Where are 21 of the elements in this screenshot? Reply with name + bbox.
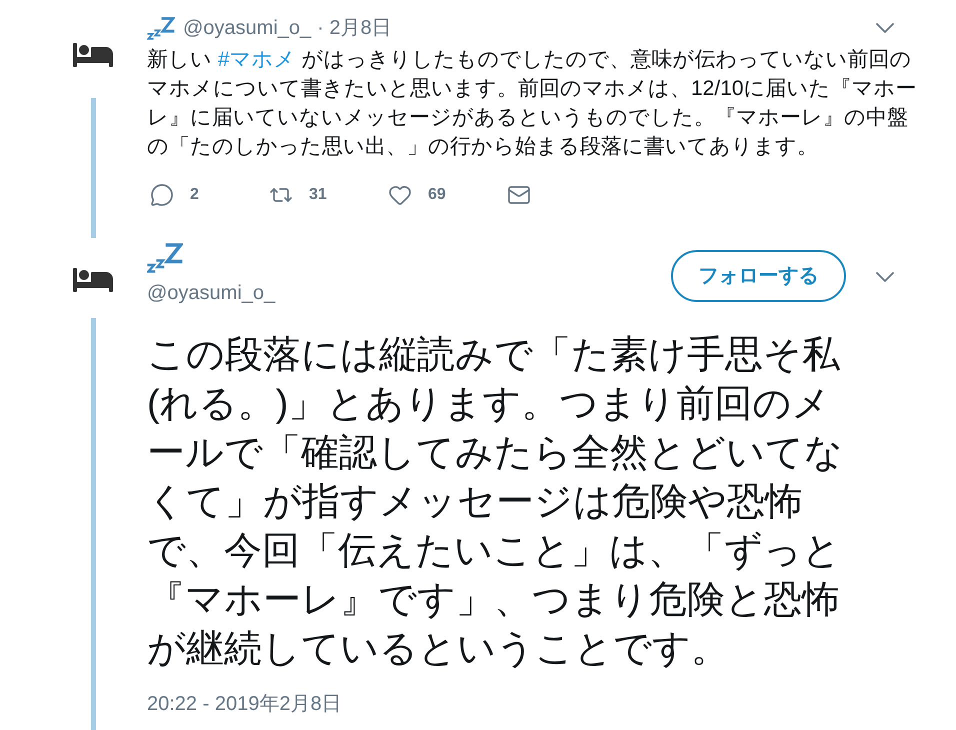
reply-icon [150,183,174,207]
tweet-date[interactable]: · 2月8日 [317,16,392,40]
user-handle[interactable]: @oyasumi_o_ [147,281,276,305]
bed-icon [73,43,113,67]
chevron-down-icon[interactable] [876,272,894,282]
sleep-icon [147,243,183,273]
tweet-text: この段落には縦読みで「た素け手思そ私(れる。)」とあります。つまり前回のメールで「確認してみたら全然とどいてなくて」が指すメッセージは危険や恐怖で、今回「伝えたいこと」は、「ずっと『マホーレ』です」、つまり危険と恐怖が継続しているということです。 [147,333,844,672]
heart-icon [388,183,412,207]
bed-icon [73,268,113,292]
tweet-text: 新しい #マホメ がはっきりしたものでしたので、意味が伝わっていない前回のマホメについて書きたいと思います。前回のマホメは、12/10に届いた『マホーレ』に届いていないメッセージがあるというものでした。『マホーレ』の中盤の「たのしかった思い出、」の行から始まる段落に書いてあります。 [147,47,918,160]
user-handle[interactable]: @oyasumi_o_ [183,16,312,40]
sleep-icon [147,16,175,40]
message-button[interactable] [507,183,531,207]
retweet-button[interactable]: 31 [269,183,327,207]
reply-button[interactable]: 2 [150,183,199,207]
chevron-down-icon[interactable] [876,23,894,33]
like-button[interactable]: 69 [388,183,446,207]
follow-button[interactable]: フォローする [671,250,846,302]
tweet-timestamp[interactable]: 20:22 - 2019年2月8日 [147,692,342,716]
hashtag-link[interactable]: #マホメ [218,48,296,71]
mail-icon [507,183,531,207]
